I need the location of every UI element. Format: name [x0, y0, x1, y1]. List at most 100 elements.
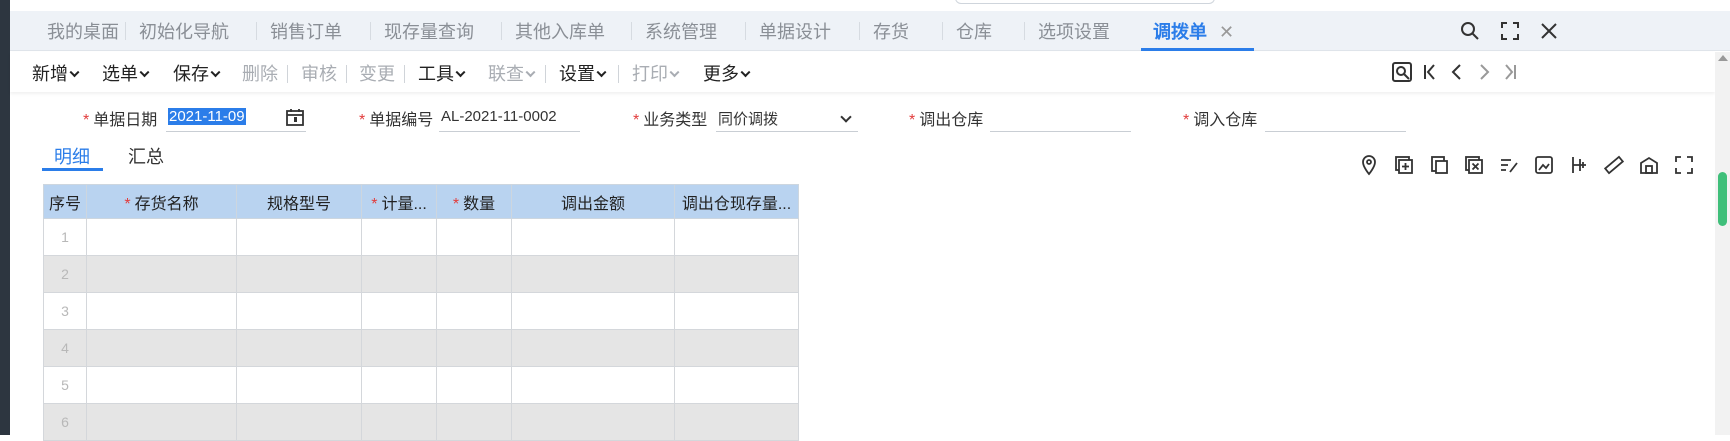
- out-warehouse-field[interactable]: [990, 104, 1131, 132]
- grid-cell[interactable]: [86, 292, 237, 330]
- settings-button[interactable]: 设置: [559, 60, 607, 86]
- tab-warehouse[interactable]: 仓库: [942, 11, 992, 51]
- grid-cell[interactable]: [236, 292, 362, 330]
- last-record-icon[interactable]: [1498, 60, 1522, 84]
- grid-cell[interactable]: [674, 218, 799, 256]
- approve-button[interactable]: 审核: [301, 60, 337, 86]
- new-button[interactable]: 新增: [32, 60, 80, 86]
- tab-sales-order[interactable]: 销售订单: [256, 11, 342, 51]
- calendar-icon[interactable]: [285, 107, 305, 127]
- tab-doc-design[interactable]: 单据设计: [745, 11, 831, 51]
- select-doc-button[interactable]: 选单: [102, 60, 150, 86]
- ruler-icon[interactable]: [1603, 154, 1625, 176]
- grid-cell[interactable]: [436, 366, 512, 404]
- grid-cell[interactable]: [674, 292, 799, 330]
- tab-other-inbound[interactable]: 其他入库单: [501, 11, 605, 51]
- col-out-stock[interactable]: 调出仓现存量...: [674, 184, 799, 219]
- col-item-name[interactable]: * 存货名称: [86, 184, 237, 219]
- tab-my-desktop[interactable]: 我的桌面: [47, 11, 119, 51]
- grid-cell[interactable]: [436, 218, 512, 256]
- table-row[interactable]: 2: [43, 255, 799, 293]
- table-row[interactable]: 5: [43, 366, 799, 404]
- biz-type-select[interactable]: 同价调拨: [716, 104, 858, 132]
- grid-cell[interactable]: [511, 255, 675, 293]
- more-button[interactable]: 更多: [703, 60, 751, 86]
- grid-cell[interactable]: [236, 255, 362, 293]
- col-out-amount[interactable]: 调出金额: [511, 184, 675, 219]
- save-button[interactable]: 保存: [173, 60, 221, 86]
- search-icon[interactable]: [1458, 19, 1482, 43]
- close-icon[interactable]: ✕: [1219, 22, 1234, 42]
- top-search-box-edge[interactable]: [955, 0, 1215, 4]
- location-icon[interactable]: [1358, 154, 1380, 176]
- first-record-icon[interactable]: [1418, 60, 1442, 84]
- expand-icon[interactable]: [1673, 154, 1695, 176]
- change-button[interactable]: 变更: [359, 60, 395, 86]
- grid-cell[interactable]: [86, 366, 237, 404]
- delete-row-icon[interactable]: [1463, 154, 1485, 176]
- grid-cell[interactable]: [236, 329, 362, 367]
- grid-cell[interactable]: [436, 255, 512, 293]
- delete-button[interactable]: 删除: [242, 60, 278, 86]
- grid-cell[interactable]: [361, 366, 437, 404]
- tab-init-nav[interactable]: 初始化导航: [125, 11, 229, 51]
- doc-no-value: AL-2021-11-0002: [441, 108, 557, 125]
- tab-options[interactable]: 选项设置: [1024, 11, 1110, 51]
- tab-stock-query[interactable]: 现存量查询: [370, 11, 474, 51]
- tools-button[interactable]: 工具: [418, 60, 466, 86]
- grid-cell[interactable]: [511, 366, 675, 404]
- grid-cell[interactable]: [511, 292, 675, 330]
- tab-detail[interactable]: 明细: [54, 143, 90, 169]
- grid-cell[interactable]: [436, 292, 512, 330]
- grid-cell[interactable]: [674, 366, 799, 404]
- grid-cell[interactable]: [361, 218, 437, 256]
- toolbar-divider: [618, 65, 619, 83]
- table-row[interactable]: 1: [43, 218, 799, 256]
- table-row[interactable]: 3: [43, 292, 799, 330]
- fullscreen-icon[interactable]: [1498, 19, 1522, 43]
- next-record-icon[interactable]: [1472, 60, 1496, 84]
- copy-row-icon[interactable]: [1428, 154, 1450, 176]
- image-edit-icon[interactable]: [1533, 154, 1555, 176]
- grid-cell[interactable]: [86, 218, 237, 256]
- close-window-icon[interactable]: [1537, 19, 1561, 43]
- col-quantity[interactable]: * 数量: [436, 184, 512, 219]
- tab-label: 存货: [873, 22, 909, 42]
- grid-cell[interactable]: [361, 255, 437, 293]
- grid-cell[interactable]: [674, 329, 799, 367]
- grid-cell[interactable]: [361, 329, 437, 367]
- grid-cell[interactable]: [511, 218, 675, 256]
- grid-cell[interactable]: [86, 255, 237, 293]
- warehouse-icon[interactable]: [1638, 154, 1660, 176]
- grid-cell[interactable]: [236, 218, 362, 256]
- tab-summary[interactable]: 汇总: [128, 143, 164, 169]
- tab-label: 调拨单: [1153, 22, 1207, 42]
- scrollbar-thumb[interactable]: [1718, 172, 1727, 226]
- tab-label: 其他入库单: [515, 22, 605, 42]
- insert-row-icon[interactable]: [1393, 154, 1415, 176]
- doc-search-icon[interactable]: [1390, 60, 1414, 84]
- col-unit[interactable]: * 计量...: [361, 184, 437, 219]
- previous-record-icon[interactable]: [1445, 60, 1469, 84]
- in-warehouse-field[interactable]: [1265, 104, 1406, 132]
- grid-cell[interactable]: [674, 255, 799, 293]
- batch-edit-icon[interactable]: [1498, 154, 1520, 176]
- vertical-scrollbar[interactable]: [1715, 52, 1730, 435]
- tab-transfer-order[interactable]: 调拨单 ✕: [1140, 11, 1255, 51]
- out-warehouse-label: * 调出仓库: [909, 112, 984, 129]
- print-button[interactable]: 打印: [632, 60, 680, 86]
- grid-cell[interactable]: [511, 329, 675, 367]
- split-icon[interactable]: [1568, 154, 1590, 176]
- grid-cell[interactable]: [86, 329, 237, 367]
- table-row[interactable]: 4: [43, 329, 799, 367]
- scroll-up-icon[interactable]: [1718, 55, 1728, 61]
- tab-inventory[interactable]: 存货: [859, 11, 909, 51]
- linked-query-button[interactable]: 联查: [488, 60, 536, 86]
- grid-cell[interactable]: [236, 366, 362, 404]
- row-number: 3: [43, 292, 87, 330]
- doc-no-field[interactable]: AL-2021-11-0002: [439, 104, 580, 132]
- grid-cell[interactable]: [361, 292, 437, 330]
- tab-system-admin[interactable]: 系统管理: [631, 11, 717, 51]
- grid-cell[interactable]: [436, 329, 512, 367]
- col-spec[interactable]: 规格型号: [236, 184, 362, 219]
